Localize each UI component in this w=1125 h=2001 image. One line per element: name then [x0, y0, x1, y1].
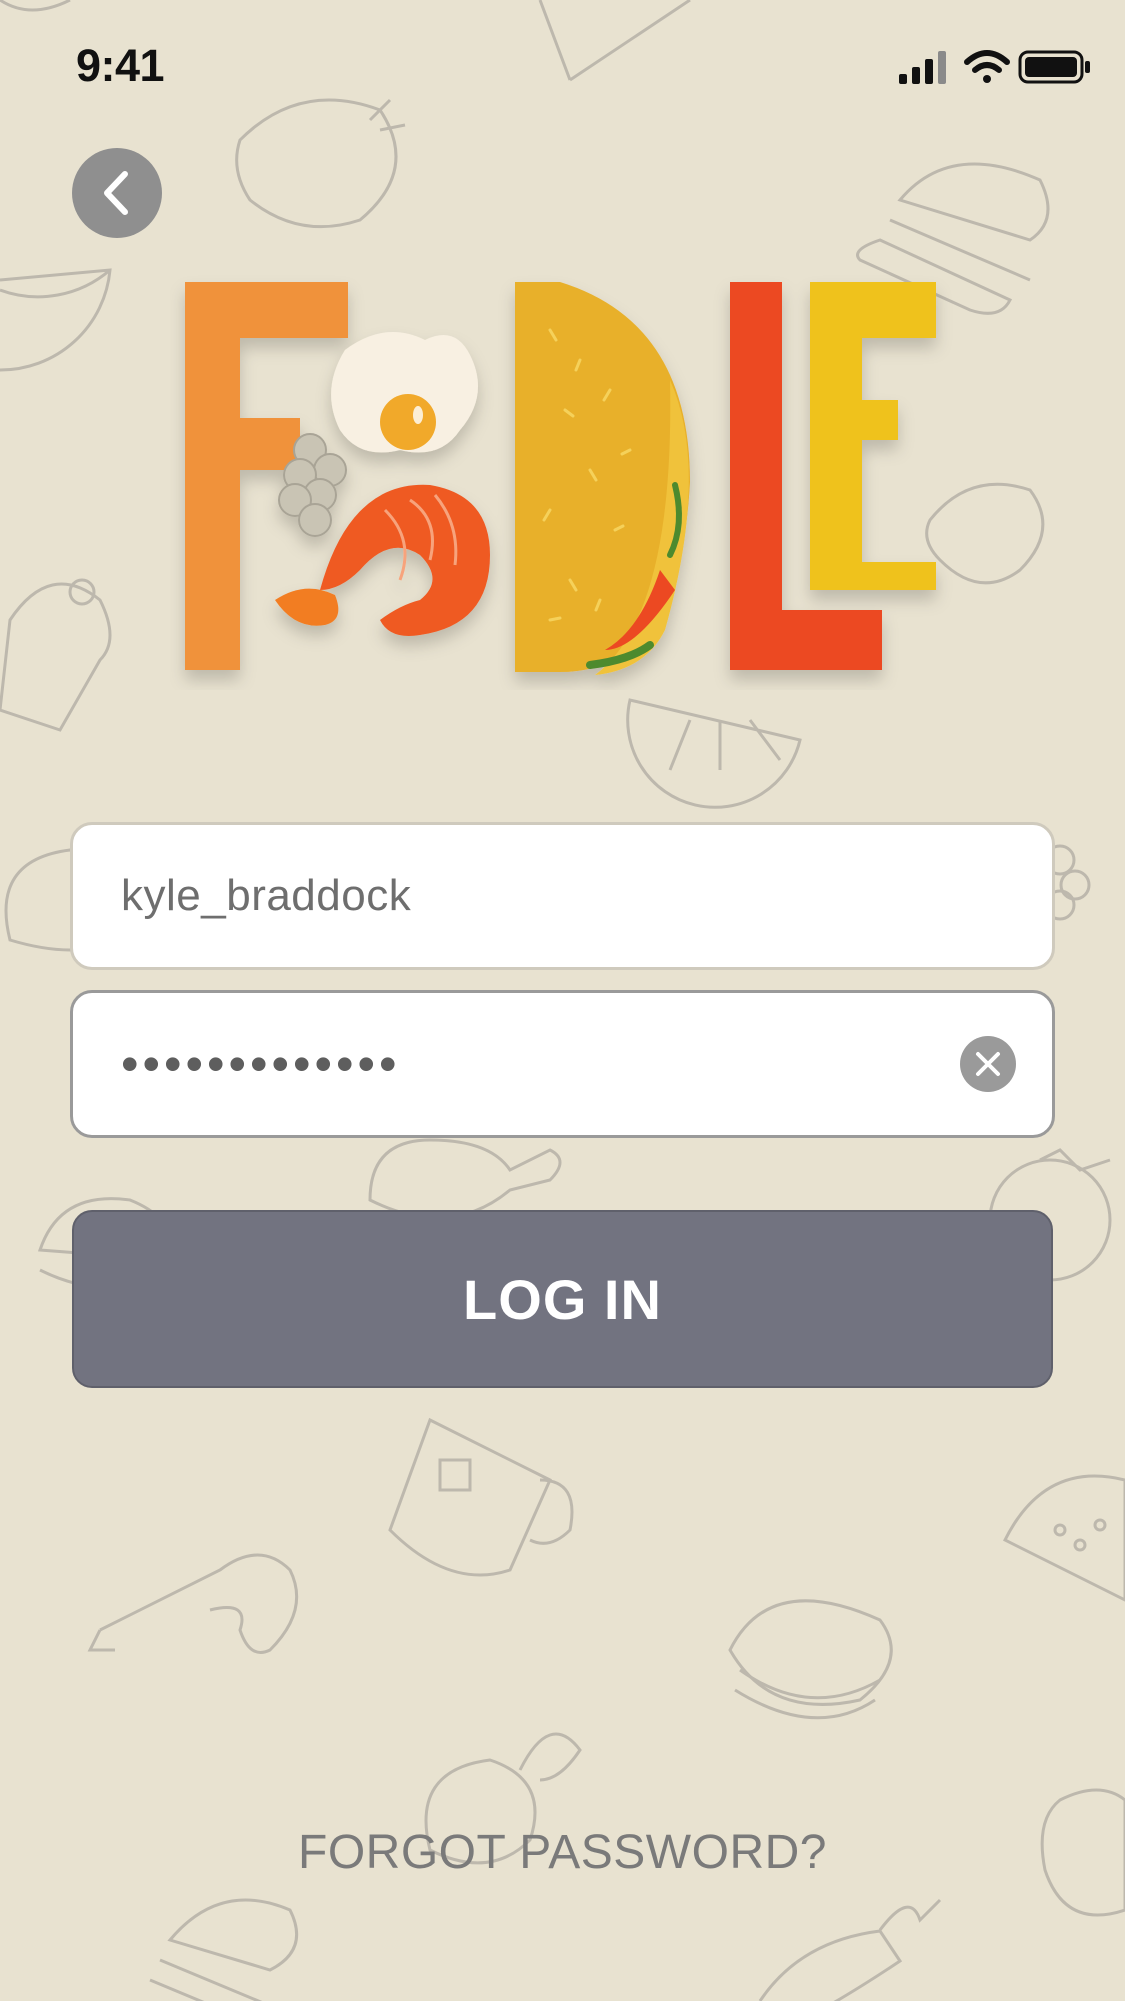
status-icons: [897, 46, 1097, 90]
login-screen: 9:41 kyle_braddock ••••••••••••• LOG IN …: [0, 0, 1125, 2001]
battery-icon: [1018, 50, 1090, 84]
login-button[interactable]: LOG IN: [72, 1210, 1053, 1388]
username-field[interactable]: kyle_braddock: [70, 822, 1055, 970]
password-field[interactable]: •••••••••••••: [70, 990, 1055, 1138]
fried-egg-icon: [331, 332, 478, 453]
back-button[interactable]: [72, 148, 162, 238]
wifi-icon: [964, 50, 1010, 83]
foodle-logo: [185, 282, 936, 675]
clear-password-button[interactable]: [960, 1036, 1016, 1092]
password-value: •••••••••••••: [121, 1036, 401, 1092]
forgot-password-link[interactable]: FORGOT PASSWORD?: [0, 1825, 1125, 1880]
logo-letter-e: [810, 282, 936, 590]
status-time: 9:41: [76, 40, 165, 91]
username-value: kyle_braddock: [121, 871, 412, 920]
chevron-left-icon: [104, 171, 128, 215]
taco-icon: [515, 282, 690, 675]
cellular-signal-icon: [899, 51, 946, 84]
login-button-label: LOG IN: [463, 1267, 662, 1331]
clear-circle-icon: [976, 1052, 1000, 1076]
